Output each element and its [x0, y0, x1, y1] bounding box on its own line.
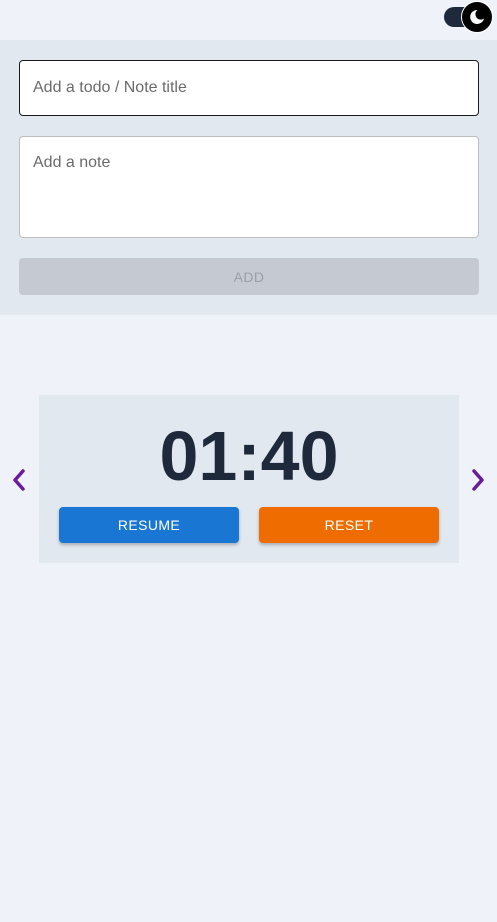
top-bar [0, 0, 497, 40]
prev-button[interactable] [7, 466, 31, 494]
chevron-right-icon [472, 469, 484, 491]
moon-icon [470, 9, 484, 24]
resume-button[interactable]: RESUME [59, 507, 239, 543]
add-button[interactable]: ADD [19, 258, 479, 295]
note-input[interactable] [19, 136, 479, 238]
timer-card: 01:40 RESUME RESET [39, 395, 459, 563]
todo-form: ADD [0, 40, 497, 315]
chevron-left-icon [13, 469, 25, 491]
theme-toggle-knob[interactable] [461, 1, 493, 33]
next-button[interactable] [466, 466, 490, 494]
title-input[interactable] [19, 60, 479, 116]
reset-button[interactable]: RESET [259, 507, 439, 543]
timer-display: 01:40 [159, 417, 339, 495]
